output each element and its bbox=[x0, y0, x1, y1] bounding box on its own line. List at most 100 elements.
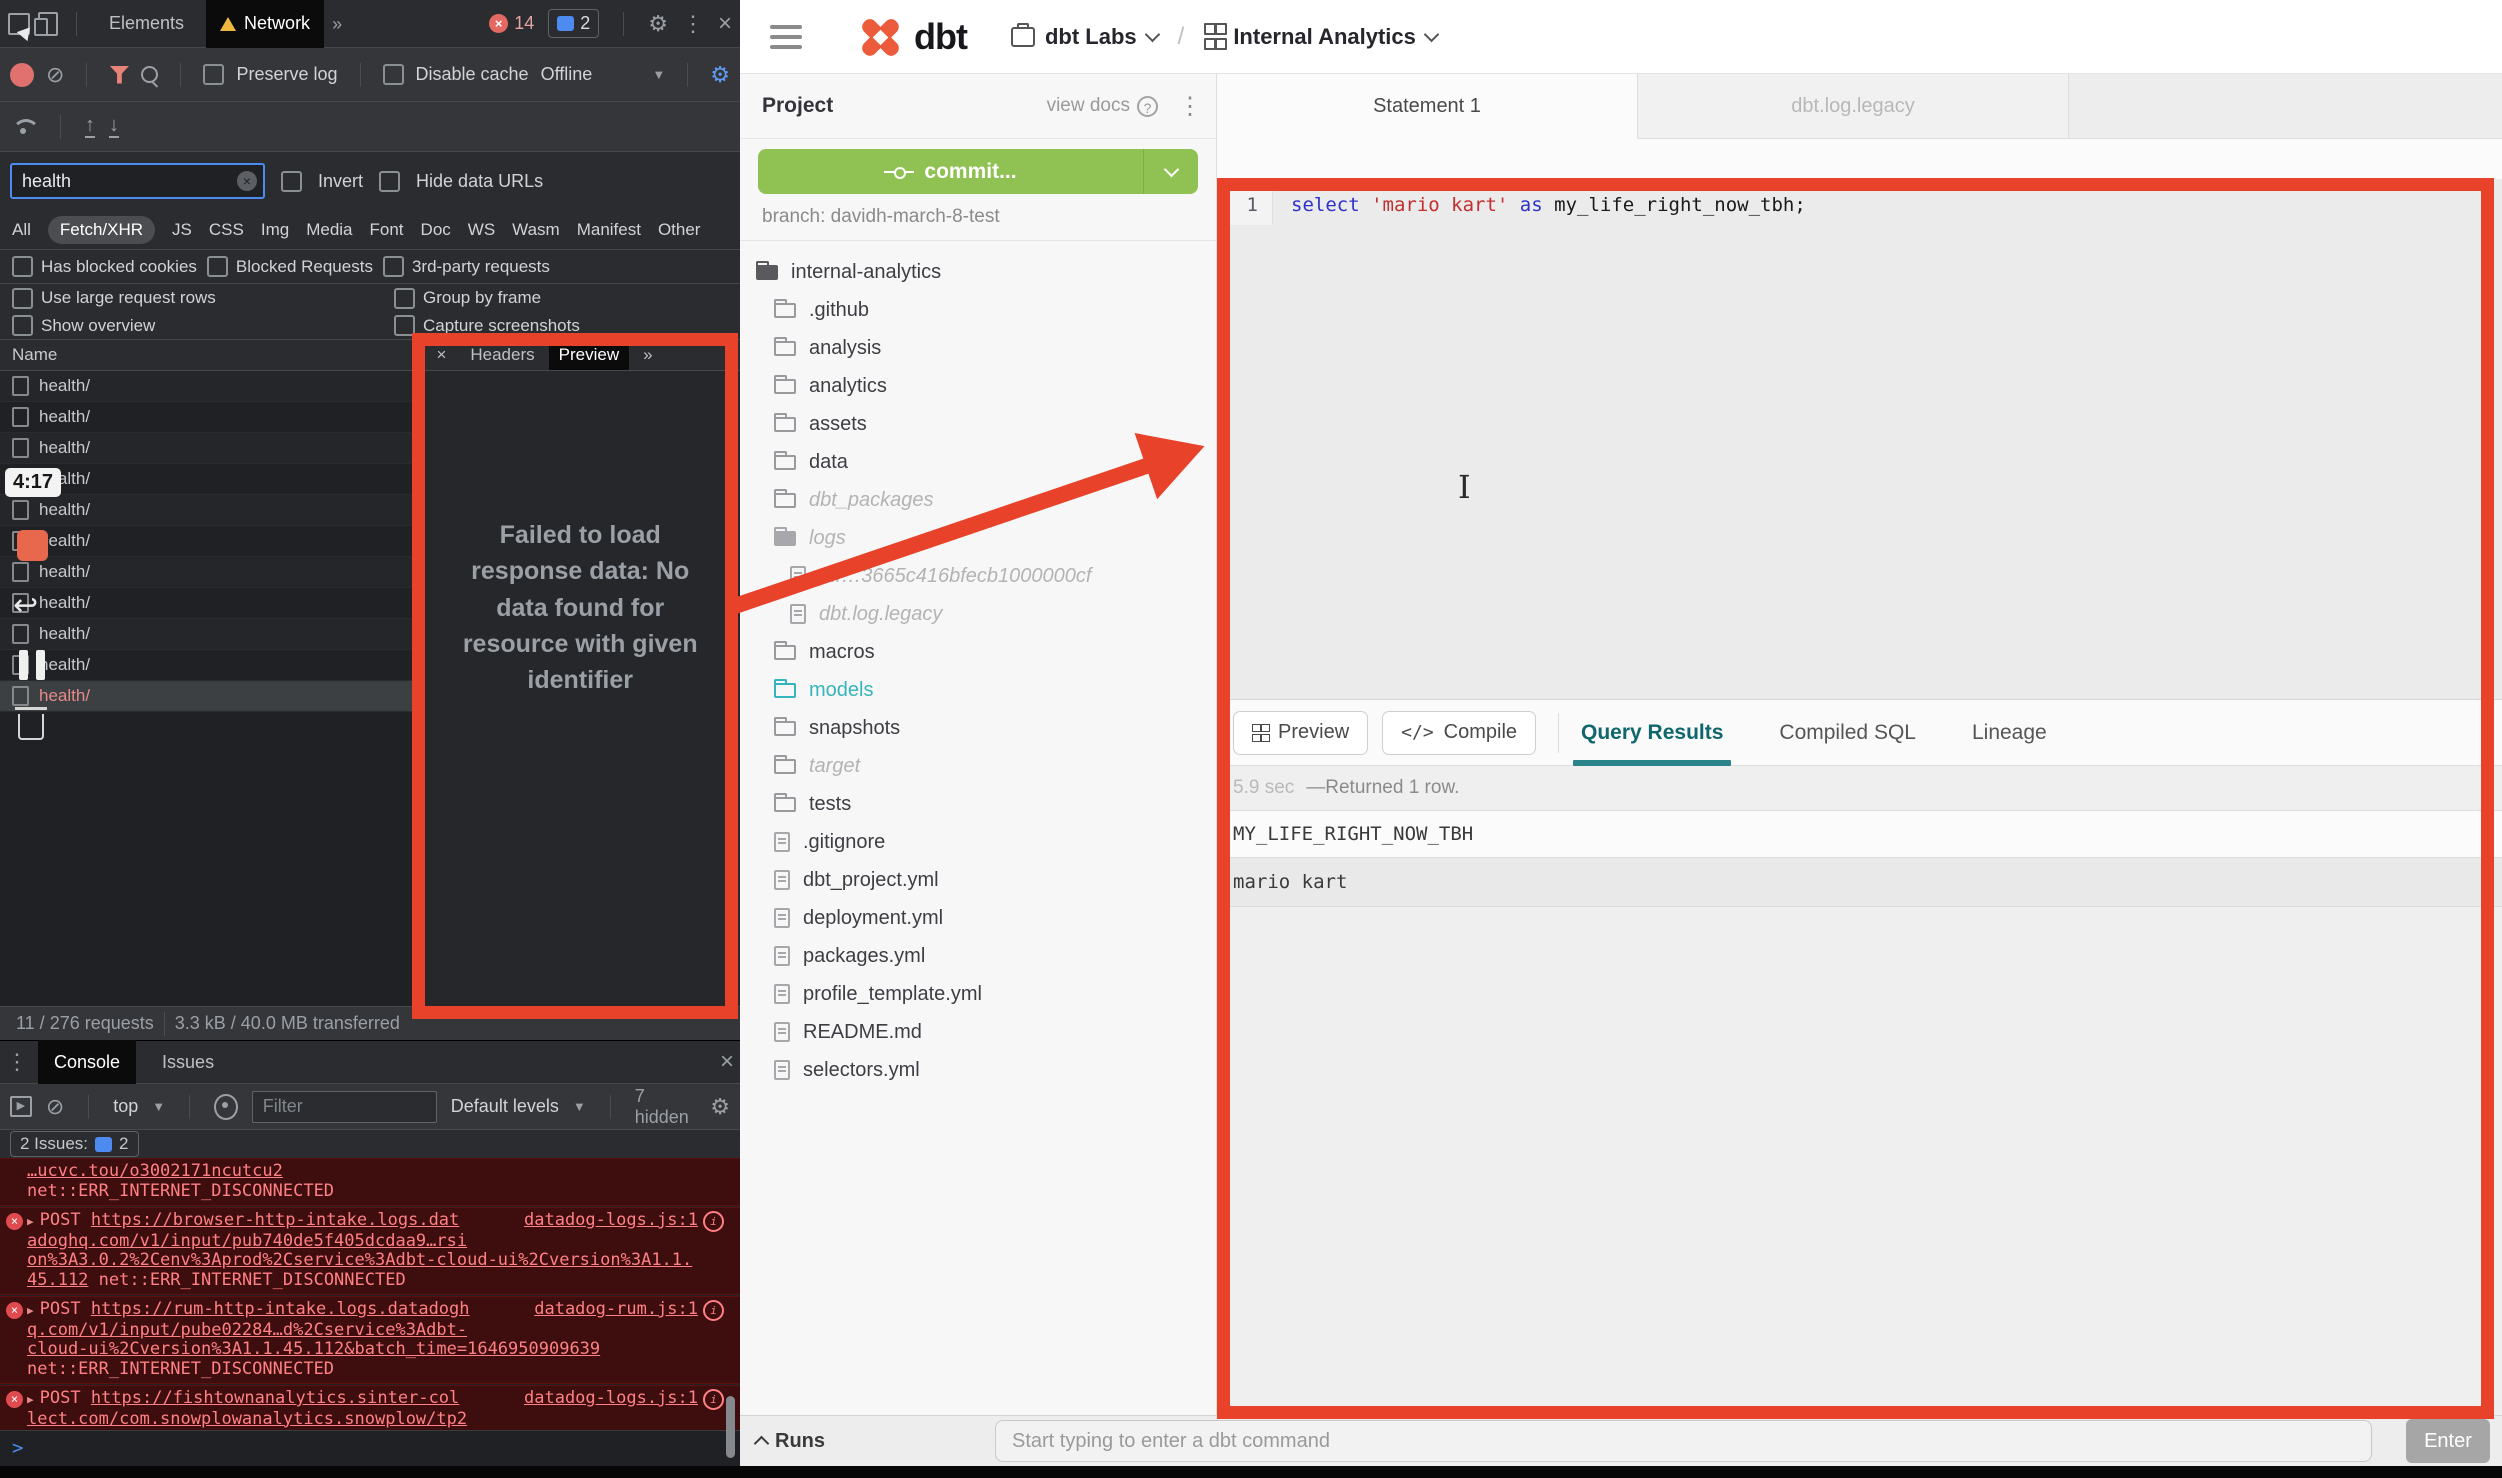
option-has-blocked-cookies[interactable]: Has blocked cookies bbox=[12, 256, 197, 277]
checkbox[interactable] bbox=[207, 256, 228, 277]
issues-summary-button[interactable]: 2 Issues: 2 bbox=[10, 1131, 139, 1157]
error-source-link[interactable]: datadog-logs.js:1 bbox=[524, 1389, 698, 1409]
runs-toggle[interactable]: Runs bbox=[756, 1430, 825, 1453]
network-request-row[interactable]: health/ bbox=[0, 619, 419, 650]
log-levels-select[interactable]: Default levels bbox=[451, 1096, 559, 1117]
clear-filter-icon[interactable]: × bbox=[237, 171, 257, 191]
drawer-kebab-icon[interactable]: ⋮ bbox=[6, 1051, 28, 1073]
error-url-link[interactable]: https://browser-http-intake.logs.dat bbox=[91, 1210, 459, 1230]
tree-item-profile-template-yml[interactable]: profile_template.yml bbox=[740, 975, 1216, 1013]
network-request-row[interactable]: health/ bbox=[0, 402, 419, 433]
search-icon[interactable] bbox=[141, 66, 158, 83]
sql-editor[interactable]: 1 select 'mario kart' as my_life_right_n… bbox=[1217, 179, 2502, 699]
filter-chip-font[interactable]: Font bbox=[370, 220, 404, 240]
issues-count-badge[interactable]: 2 bbox=[548, 9, 599, 38]
option-blocked-requests[interactable]: Blocked Requests bbox=[207, 256, 373, 277]
network-request-row[interactable]: health/ bbox=[0, 433, 419, 464]
recorder-pause-button[interactable] bbox=[19, 650, 45, 680]
network-request-row[interactable]: health/ bbox=[0, 371, 419, 402]
network-conditions-icon[interactable] bbox=[12, 119, 36, 135]
record-icon[interactable] bbox=[10, 63, 34, 87]
error-url-link[interactable]: adoghq.com/v1/input/pub740de5f405dcdaa9…… bbox=[27, 1231, 467, 1251]
checkbox[interactable] bbox=[12, 315, 33, 336]
close-preview-icon[interactable]: × bbox=[426, 340, 456, 370]
tree-item-tests[interactable]: tests bbox=[740, 785, 1216, 823]
clear-icon[interactable]: ⊘ bbox=[46, 64, 64, 86]
tab-headers[interactable]: Headers bbox=[460, 340, 544, 370]
filter-chip-other[interactable]: Other bbox=[658, 220, 701, 240]
live-expression-icon[interactable] bbox=[214, 1094, 238, 1120]
console-sidebar-icon[interactable]: ▶ bbox=[10, 1096, 32, 1117]
filter-chip-ws[interactable]: WS bbox=[468, 220, 495, 240]
tab-dbt-log-legacy[interactable]: dbt.log.legacy bbox=[1638, 74, 2069, 138]
network-filter-input[interactable]: health × bbox=[10, 163, 265, 199]
checkbox[interactable] bbox=[383, 256, 404, 277]
option-show-overview[interactable]: Show overview bbox=[12, 315, 384, 336]
commit-button[interactable]: commit... bbox=[758, 149, 1198, 194]
tree-item-target[interactable]: target bbox=[740, 747, 1216, 785]
disable-cache-checkbox[interactable] bbox=[383, 64, 404, 85]
preserve-log-checkbox[interactable] bbox=[203, 64, 224, 85]
filter-chip-wasm[interactable]: Wasm bbox=[512, 220, 560, 240]
network-request-row[interactable]: health/ bbox=[0, 681, 419, 712]
network-request-row[interactable]: health/ bbox=[0, 557, 419, 588]
tree-item-dbt-project-yml[interactable]: dbt_project.yml bbox=[740, 861, 1216, 899]
view-docs-link[interactable]: view docs ? bbox=[1047, 95, 1158, 117]
tab-preview[interactable]: Preview bbox=[549, 340, 629, 370]
tree-item--github[interactable]: .github bbox=[740, 291, 1216, 329]
throttling-select[interactable]: Offline bbox=[541, 64, 593, 85]
error-url-link[interactable]: …ucvc.tou/o3002171ncutcu2 bbox=[27, 1161, 283, 1181]
filter-chip-all[interactable]: All bbox=[12, 220, 31, 240]
levels-caret-icon[interactable]: ▼ bbox=[573, 1099, 586, 1114]
tree-item-macros[interactable]: macros bbox=[740, 633, 1216, 671]
tab-lineage[interactable]: Lineage bbox=[1972, 700, 2047, 766]
filter-chip-doc[interactable]: Doc bbox=[421, 220, 451, 240]
commit-dropdown-toggle[interactable] bbox=[1143, 149, 1198, 194]
error-source-link[interactable]: datadog-rum.js:1 bbox=[534, 1300, 698, 1320]
hide-data-urls-checkbox[interactable] bbox=[379, 171, 400, 192]
tree-item-packages-yml[interactable]: packages.yml bbox=[740, 937, 1216, 975]
tab-issues[interactable]: Issues bbox=[146, 1040, 230, 1084]
error-url-link[interactable]: q.com/v1/input/pube02284…d%2Cservice%3Ad… bbox=[27, 1320, 467, 1340]
option-3rd-party-requests[interactable]: 3rd-party requests bbox=[383, 256, 550, 277]
network-name-column-header[interactable]: Name bbox=[0, 340, 419, 371]
filter-funnel-icon[interactable] bbox=[109, 66, 129, 84]
invert-checkbox[interactable] bbox=[281, 171, 302, 192]
context-caret-icon[interactable]: ▼ bbox=[152, 1099, 165, 1114]
import-har-icon[interactable]: ↑ bbox=[85, 115, 95, 138]
tab-compiled-sql[interactable]: Compiled SQL bbox=[1779, 700, 1916, 766]
filter-chip-fetchxhr[interactable]: Fetch/XHR bbox=[48, 216, 155, 244]
tab-network[interactable]: Network bbox=[206, 0, 324, 48]
hamburger-menu-icon[interactable] bbox=[770, 25, 802, 49]
checkbox[interactable] bbox=[394, 288, 415, 309]
network-request-row[interactable]: health/ bbox=[0, 650, 419, 681]
more-tabs-icon[interactable]: » bbox=[332, 15, 342, 33]
filter-chip-css[interactable]: CSS bbox=[209, 220, 244, 240]
tree-item-internal-analytics[interactable]: internal-analytics bbox=[740, 253, 1216, 291]
recorder-stop-button[interactable] bbox=[17, 530, 48, 561]
option-group-by-frame[interactable]: Group by frame bbox=[394, 288, 541, 309]
project-selector[interactable]: Internal Analytics bbox=[1204, 23, 1437, 50]
error-source-link[interactable]: datadog-logs.js:1 bbox=[524, 1211, 698, 1231]
result-column-header[interactable]: MY_LIFE_RIGHT_NOW_TBH bbox=[1217, 810, 2502, 858]
tab-query-results[interactable]: Query Results bbox=[1581, 700, 1723, 766]
checkbox[interactable] bbox=[12, 256, 33, 277]
context-select[interactable]: top bbox=[113, 1096, 138, 1117]
clear-console-icon[interactable]: ⊘ bbox=[46, 1096, 64, 1118]
recorder-restart-icon[interactable]: ↩ bbox=[13, 588, 38, 623]
compile-button[interactable]: </> Compile bbox=[1382, 711, 1536, 755]
filter-chip-js[interactable]: JS bbox=[172, 220, 192, 240]
tree-item-analytics[interactable]: analytics bbox=[740, 367, 1216, 405]
network-settings-gear-icon[interactable]: ⚙ bbox=[710, 62, 730, 88]
network-request-row[interactable]: health/ bbox=[0, 526, 419, 557]
console-settings-gear-icon[interactable]: ⚙ bbox=[710, 1094, 730, 1120]
network-request-row[interactable]: health/ bbox=[0, 588, 419, 619]
expand-triangle-icon[interactable]: ▶ bbox=[27, 1304, 34, 1317]
enter-button[interactable]: Enter bbox=[2406, 1419, 2490, 1463]
tree-item-snapshots[interactable]: snapshots bbox=[740, 709, 1216, 747]
filter-chip-media[interactable]: Media bbox=[306, 220, 352, 240]
close-drawer-icon[interactable]: × bbox=[720, 1050, 734, 1074]
export-har-icon[interactable]: ↓ bbox=[109, 115, 119, 138]
tree-item-deployment-yml[interactable]: deployment.yml bbox=[740, 899, 1216, 937]
expand-triangle-icon[interactable]: ▶ bbox=[27, 1393, 34, 1406]
